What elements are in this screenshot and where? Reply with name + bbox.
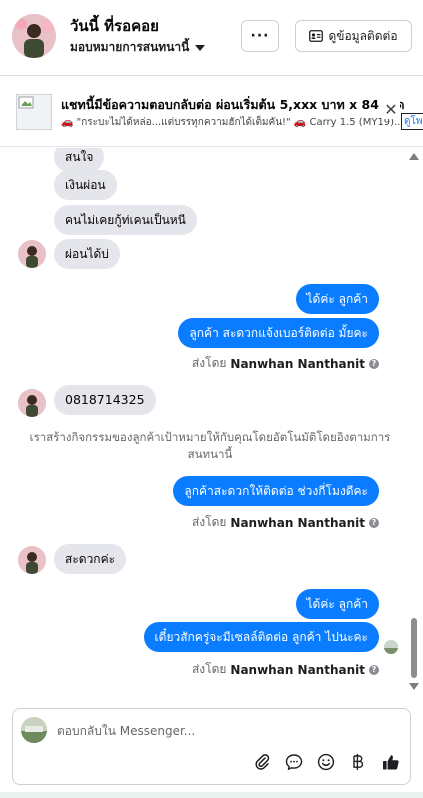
page-avatar [21, 717, 47, 743]
sender-name: Nanwhan Nanthanit [230, 356, 365, 371]
ad-caption: 🚗 "กระบะไม่ได้หล่อ...แต่บรรทุกความฮักได้… [61, 117, 404, 128]
info-icon[interactable]: ? [369, 517, 379, 528]
info-icon[interactable]: ? [369, 664, 379, 675]
outgoing-message: ได้ค่ะ ลูกค้า [295, 589, 379, 619]
info-icon[interactable]: ? [369, 358, 379, 369]
sent-by-prefix: ส่งโดย [191, 356, 227, 370]
incoming-message: สนใจ [54, 148, 105, 172]
sent-by-line: ส่งโดย Nanwhan Nanthanit ? [192, 354, 379, 373]
ad-reply-banner: แชทนี้มีข้อความตอบกลับต่อ ผ่อนเริ่มต้น 5… [0, 77, 423, 147]
contact-avatar-small [18, 240, 46, 268]
sender-name: Nanwhan Nanthanit [230, 515, 365, 530]
contact-avatar-small [18, 389, 46, 417]
assign-conversation-dropdown[interactable]: มอบหมายการสนทนานี้ [70, 38, 206, 57]
outgoing-message: เดี๋ยวสักครู่จะมีเซลล์ติดต่อ ลูกค้า ไปนะ… [143, 622, 379, 652]
message-thread[interactable]: สนใจ เงินผ่อน คนไม่เคยกู้ท่เคนเป็นหนี ผ่… [0, 148, 405, 696]
seen-indicator-avatar [384, 640, 398, 654]
sender-name: Nanwhan Nanthanit [230, 662, 365, 677]
contact-name[interactable]: วันนี้ ที่รอคอย [70, 14, 159, 38]
conversation-header: วันนี้ ที่รอคอย มอบหมายการสนทนานี้ ··· ด… [0, 0, 423, 76]
ad-title: แชทนี้มีข้อความตอบกลับต่อ ผ่อนเริ่มต้น 5… [61, 97, 405, 112]
sent-by-line: ส่งโดย Nanwhan Nanthanit ? [192, 660, 379, 679]
caret-down-icon [195, 44, 206, 51]
view-contact-details-label: ดูข้อมูลติดต่อ [328, 28, 398, 43]
contact-card-icon [309, 30, 324, 42]
scroll-down-arrow-icon[interactable] [409, 683, 419, 690]
more-options-button[interactable]: ··· [241, 20, 279, 52]
outgoing-message: ได้ค่ะ ลูกค้า [295, 284, 379, 314]
bottom-edge [0, 792, 423, 798]
thread-scrollbar[interactable] [405, 148, 423, 696]
incoming-message: สะดวกค่ะ [54, 544, 127, 574]
system-note: เราสร้างกิจกรรมของลูกค้าเป้าหมายให้กับคุ… [29, 430, 391, 461]
view-contact-details-button[interactable]: ดูข้อมูลติดต่อ [295, 20, 412, 52]
sent-by-prefix: ส่งโดย [191, 662, 227, 676]
close-banner-icon[interactable]: ✕ [382, 100, 400, 119]
paperclip-icon[interactable] [251, 751, 273, 773]
smiley-icon[interactable] [315, 751, 337, 773]
incoming-message: ผ่อนได้บ่ [54, 239, 120, 269]
view-post-link[interactable]: ดูโพ [401, 113, 423, 130]
sent-by-line: ส่งโดย Nanwhan Nanthanit ? [192, 513, 379, 532]
contact-avatar-small [18, 546, 46, 574]
assign-conversation-label: มอบหมายการสนทนานี้ [70, 40, 190, 54]
incoming-message: เงินผ่อน [54, 170, 117, 200]
outgoing-message: ลูกค้าสะดวกให้ติดต่อ ช่วงกี่โมงดีคะ [173, 476, 379, 506]
thumbs-up-icon[interactable] [380, 751, 402, 773]
incoming-message: คนไม่เคยกู้ท่เคนเป็นหนี [54, 205, 197, 235]
ad-thumbnail-image[interactable] [16, 94, 52, 130]
contact-avatar[interactable] [12, 14, 56, 58]
message-composer [12, 708, 411, 785]
reply-input[interactable] [57, 721, 357, 741]
chat-bubble-icon[interactable] [283, 751, 305, 773]
outgoing-message: ลูกค้า สะดวกแจ้งเบอร์ติดต่อ มั้ยคะ [178, 318, 379, 348]
scroll-up-arrow-icon[interactable] [409, 153, 419, 160]
sent-by-prefix: ส่งโดย [191, 515, 227, 529]
incoming-message: 0818714325 [54, 385, 156, 415]
scrollbar-thumb[interactable] [411, 618, 417, 678]
baht-icon[interactable] [347, 751, 369, 773]
